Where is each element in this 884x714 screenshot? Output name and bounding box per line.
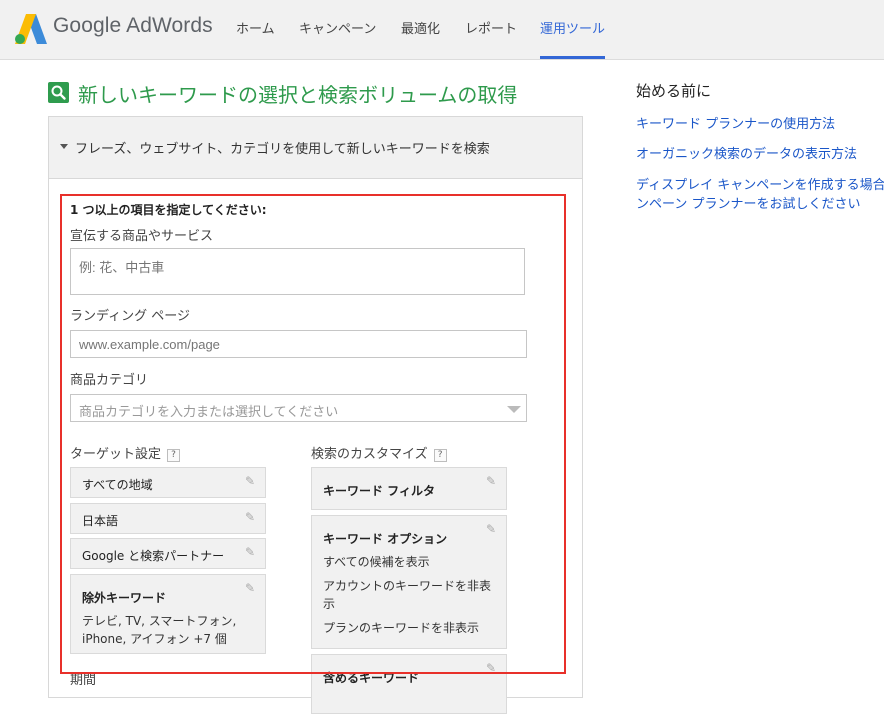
top-bar: Google AdWords ホーム キャンペーン 最適化 レポート 運用ツール <box>0 0 884 60</box>
page-title: 新しいキーワードの選択と検索ボリュームの取得 <box>78 83 518 107</box>
sidebar-link-organic-data[interactable]: オーガニック検索のデータの表示方法 <box>636 143 857 162</box>
targeting-label-text: ターゲット設定 <box>70 447 162 462</box>
instruction-text: 1 つ以上の項目を指定してください: <box>70 203 267 217</box>
keyword-option-hide-account: アカウントのキーワードを非表 <box>323 579 492 593</box>
nav-reports[interactable]: レポート <box>465 0 517 59</box>
sidebar-title: 始める前に <box>636 82 712 100</box>
keyword-search-panel: フレーズ、ウェブサイト、カテゴリを使用して新しいキーワードを検索 1 つ以上の項… <box>48 116 583 714</box>
brand-name[interactable]: Google AdWords <box>53 14 213 38</box>
location-target-label: すべての地域 <box>82 478 153 492</box>
pencil-icon[interactable]: ✎ <box>245 582 257 594</box>
language-target-card[interactable]: 日本語 ✎ <box>70 503 266 534</box>
help-icon[interactable]: ? <box>433 449 447 462</box>
negative-keywords-line1: テレビ, TV, スマートフォン, <box>82 614 237 628</box>
pencil-icon[interactable]: ✎ <box>245 475 257 487</box>
period-label: 期間 <box>70 673 97 688</box>
nav-campaigns[interactable]: キャンペーン <box>299 0 376 59</box>
keyword-option-show-all: すべての候補を表示 <box>323 555 430 569</box>
location-target-card[interactable]: すべての地域 ✎ <box>70 467 266 498</box>
network-target-card[interactable]: Google と検索パートナー ✎ <box>70 538 266 569</box>
nav-home[interactable]: ホーム <box>236 0 275 59</box>
category-placeholder: 商品カテゴリを入力または選択してください <box>79 404 339 419</box>
customize-label: 検索のカスタマイズ? <box>311 443 447 462</box>
pencil-icon[interactable]: ✎ <box>245 511 257 523</box>
pencil-icon[interactable]: ✎ <box>486 523 498 535</box>
landing-page-label: ランディング ページ <box>70 309 190 324</box>
category-select[interactable]: 商品カテゴリを入力または選択してください <box>70 394 527 422</box>
search-icon <box>48 82 69 103</box>
panel-header[interactable]: フレーズ、ウェブサイト、カテゴリを使用して新しいキーワードを検索 <box>49 117 582 179</box>
network-target-label: Google と検索パートナー <box>82 549 225 563</box>
help-icon[interactable]: ? <box>167 449 181 462</box>
targeting-label: ターゲット設定? <box>70 443 181 462</box>
adwords-logo-icon[interactable] <box>15 14 47 44</box>
panel-header-label: フレーズ、ウェブサイト、カテゴリを使用して新しいキーワードを検索 <box>75 142 490 157</box>
dropdown-arrow-icon[interactable] <box>507 406 521 413</box>
nav-tools[interactable]: 運用ツール <box>540 0 606 59</box>
customize-label-text: 検索のカスタマイズ <box>311 447 428 462</box>
sidebar-link-display-campaign[interactable]: ディスプレイ キャンペーンを作成する場合 <box>636 174 884 193</box>
keyword-filter-title: キーワード フィルタ <box>323 484 435 498</box>
pencil-icon[interactable]: ✎ <box>486 475 498 487</box>
sidebar-link-display-campaign-cont[interactable]: ンペーン プランナーをお試しください <box>636 193 860 212</box>
negative-keywords-line2: iPhone, アイフォン +7 個 <box>82 632 227 646</box>
include-keywords-title: 含めるキーワード <box>323 671 420 685</box>
keyword-options-card[interactable]: キーワード オプション ✎ すべての候補を表示 アカウントのキーワードを非表 示… <box>311 515 507 649</box>
keyword-option-hide-plan: プランのキーワードを非表示 <box>323 621 480 635</box>
language-target-label: 日本語 <box>82 514 119 528</box>
keyword-options-title: キーワード オプション <box>323 532 448 546</box>
landing-page-input[interactable] <box>70 330 527 358</box>
include-keywords-card[interactable]: 含めるキーワード ✎ <box>311 654 507 714</box>
keyword-filter-card[interactable]: キーワード フィルタ ✎ <box>311 467 507 510</box>
negative-keywords-title: 除外キーワード <box>82 591 167 605</box>
negative-keywords-card[interactable]: 除外キーワード ✎ テレビ, TV, スマートフォン, iPhone, アイフォ… <box>70 574 266 654</box>
product-input[interactable] <box>70 248 525 295</box>
pencil-icon[interactable]: ✎ <box>486 662 498 674</box>
caret-down-icon <box>60 144 68 149</box>
product-label: 宣伝する商品やサービス <box>70 229 214 244</box>
keyword-option-hide-account-cont: 示 <box>323 597 336 611</box>
sidebar-link-planner-usage[interactable]: キーワード プランナーの使用方法 <box>636 113 835 132</box>
pencil-icon[interactable]: ✎ <box>245 546 257 558</box>
nav-optimize[interactable]: 最適化 <box>401 0 440 59</box>
category-label: 商品カテゴリ <box>70 373 149 388</box>
